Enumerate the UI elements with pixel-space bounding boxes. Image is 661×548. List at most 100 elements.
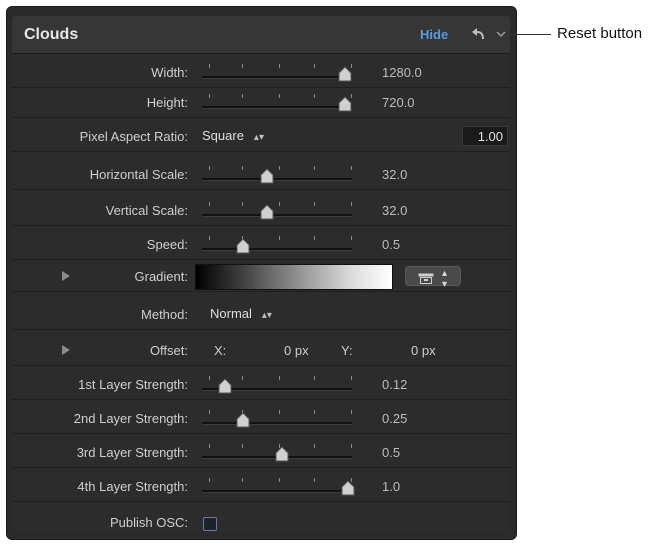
slider-tick: [279, 376, 280, 380]
slider-tick: [242, 94, 243, 98]
updown-arrows-icon: ▴▾: [261, 310, 272, 321]
param-row-1st-layer-strength: 1st Layer Strength: 0.12: [12, 370, 510, 400]
slider-tick: [279, 202, 280, 206]
param-row-offset: Offset: X: 0 px Y: 0 px: [12, 336, 510, 366]
param-row-speed: Speed: 0.5: [12, 230, 510, 260]
slider-track: [202, 214, 352, 217]
callout-line: [504, 34, 551, 35]
slider-tick: [209, 444, 210, 448]
slider-track: [202, 76, 352, 79]
layer4-strength-slider[interactable]: [202, 472, 355, 502]
updown-arrows-icon: ▴▾: [442, 268, 448, 290]
param-label: Method:: [141, 307, 188, 322]
slider-tick: [242, 166, 243, 170]
pixel-aspect-value-field[interactable]: 1.00: [462, 126, 508, 146]
height-slider[interactable]: [202, 88, 352, 118]
slider-tick: [209, 202, 210, 206]
width-slider[interactable]: [202, 58, 352, 88]
param-row-height: Height: 720.0: [12, 88, 510, 118]
param-label: 2nd Layer Strength:: [73, 411, 188, 426]
slider-thumb[interactable]: [236, 238, 250, 254]
slider-tick: [279, 236, 280, 240]
slider-tick: [209, 94, 210, 98]
param-row-horizontal-scale: Horizontal Scale: 32.0: [12, 160, 510, 190]
param-label: Width:: [151, 65, 188, 80]
slider-tick: [314, 94, 315, 98]
param-label: Height:: [146, 95, 188, 110]
slider-tick: [314, 478, 315, 482]
param-row-width: Width: 1280.0: [12, 58, 510, 88]
slider-tick: [279, 166, 280, 170]
publish-osc-checkbox[interactable]: [203, 517, 217, 531]
param-label: Gradient:: [134, 269, 188, 284]
param-value[interactable]: 720.0: [382, 95, 442, 110]
slider-tick: [279, 478, 280, 482]
slider-tick: [209, 236, 210, 240]
layer3-strength-slider[interactable]: [202, 438, 352, 468]
param-value[interactable]: 32.0: [382, 167, 442, 182]
slider-tick: [351, 444, 352, 448]
slider-thumb[interactable]: [218, 378, 232, 394]
slider-thumb[interactable]: [236, 412, 250, 428]
param-label: 3rd Layer Strength:: [76, 445, 188, 460]
slider-thumb[interactable]: [260, 168, 274, 184]
slider-tick: [279, 94, 280, 98]
slider-track: [202, 490, 352, 493]
slider-tick: [314, 64, 315, 68]
slider-tick: [314, 410, 315, 414]
slider-tick: [351, 376, 352, 380]
pixel-aspect-popup[interactable]: Square ▴▾: [202, 128, 264, 143]
slider-thumb[interactable]: [338, 96, 352, 112]
offset-x-label: X:: [214, 343, 227, 358]
slider-tick: [279, 410, 280, 414]
slider-thumb[interactable]: [338, 66, 352, 82]
slider-tick: [314, 444, 315, 448]
param-row-publish-osc: Publish OSC:: [12, 508, 510, 538]
layer1-strength-slider[interactable]: [202, 370, 352, 400]
panel-title: Clouds: [24, 26, 79, 43]
param-value[interactable]: 1.0: [382, 479, 442, 494]
slider-tick: [279, 64, 280, 68]
slider-tick: [351, 166, 352, 170]
param-value[interactable]: 0.5: [382, 237, 442, 252]
disclosure-triangle-icon[interactable]: [62, 271, 70, 281]
param-label: Publish OSC:: [109, 515, 188, 530]
slider-tick: [242, 64, 243, 68]
slider-tick: [242, 478, 243, 482]
speed-slider[interactable]: [202, 230, 352, 260]
slider-tick: [314, 236, 315, 240]
layer2-strength-slider[interactable]: [202, 404, 352, 434]
slider-track: [202, 422, 352, 425]
slider-thumb[interactable]: [341, 480, 355, 496]
slider-tick: [209, 64, 210, 68]
param-value[interactable]: 32.0: [382, 203, 442, 218]
param-label: Vertical Scale:: [105, 203, 188, 218]
param-value[interactable]: 0.5: [382, 445, 442, 460]
gradient-preset-button[interactable]: ▴ ▾: [405, 266, 461, 290]
horizontal-scale-slider[interactable]: [202, 160, 352, 190]
panel-header: Clouds Hide: [12, 16, 510, 54]
disclosure-triangle-icon[interactable]: [62, 345, 70, 355]
param-row-4th-layer-strength: 4th Layer Strength: 1.0: [12, 472, 510, 502]
hide-button[interactable]: Hide: [420, 27, 448, 42]
param-label: 1st Layer Strength:: [78, 377, 188, 392]
offset-y-value[interactable]: 0 px: [411, 343, 436, 358]
updown-arrows-icon: ▴▾: [253, 132, 264, 143]
vertical-scale-slider[interactable]: [202, 196, 352, 226]
param-label: Offset:: [149, 343, 188, 358]
reset-arrow-icon[interactable]: [470, 24, 490, 44]
method-popup[interactable]: Normal ▴▾: [210, 306, 272, 321]
param-row-2nd-layer-strength: 2nd Layer Strength: 0.25: [12, 404, 510, 434]
gradient-preview[interactable]: [195, 264, 393, 290]
param-row-vertical-scale: Vertical Scale: 32.0: [12, 196, 510, 226]
offset-y-label: Y:: [341, 343, 353, 358]
slider-tick: [351, 236, 352, 240]
slider-thumb[interactable]: [260, 204, 274, 220]
param-value[interactable]: 0.25: [382, 411, 442, 426]
slider-thumb[interactable]: [275, 446, 289, 462]
param-value[interactable]: 0.12: [382, 377, 442, 392]
slider-track: [202, 106, 352, 109]
param-value[interactable]: 1280.0: [382, 65, 442, 80]
offset-x-value[interactable]: 0 px: [284, 343, 309, 358]
slider-tick: [314, 376, 315, 380]
